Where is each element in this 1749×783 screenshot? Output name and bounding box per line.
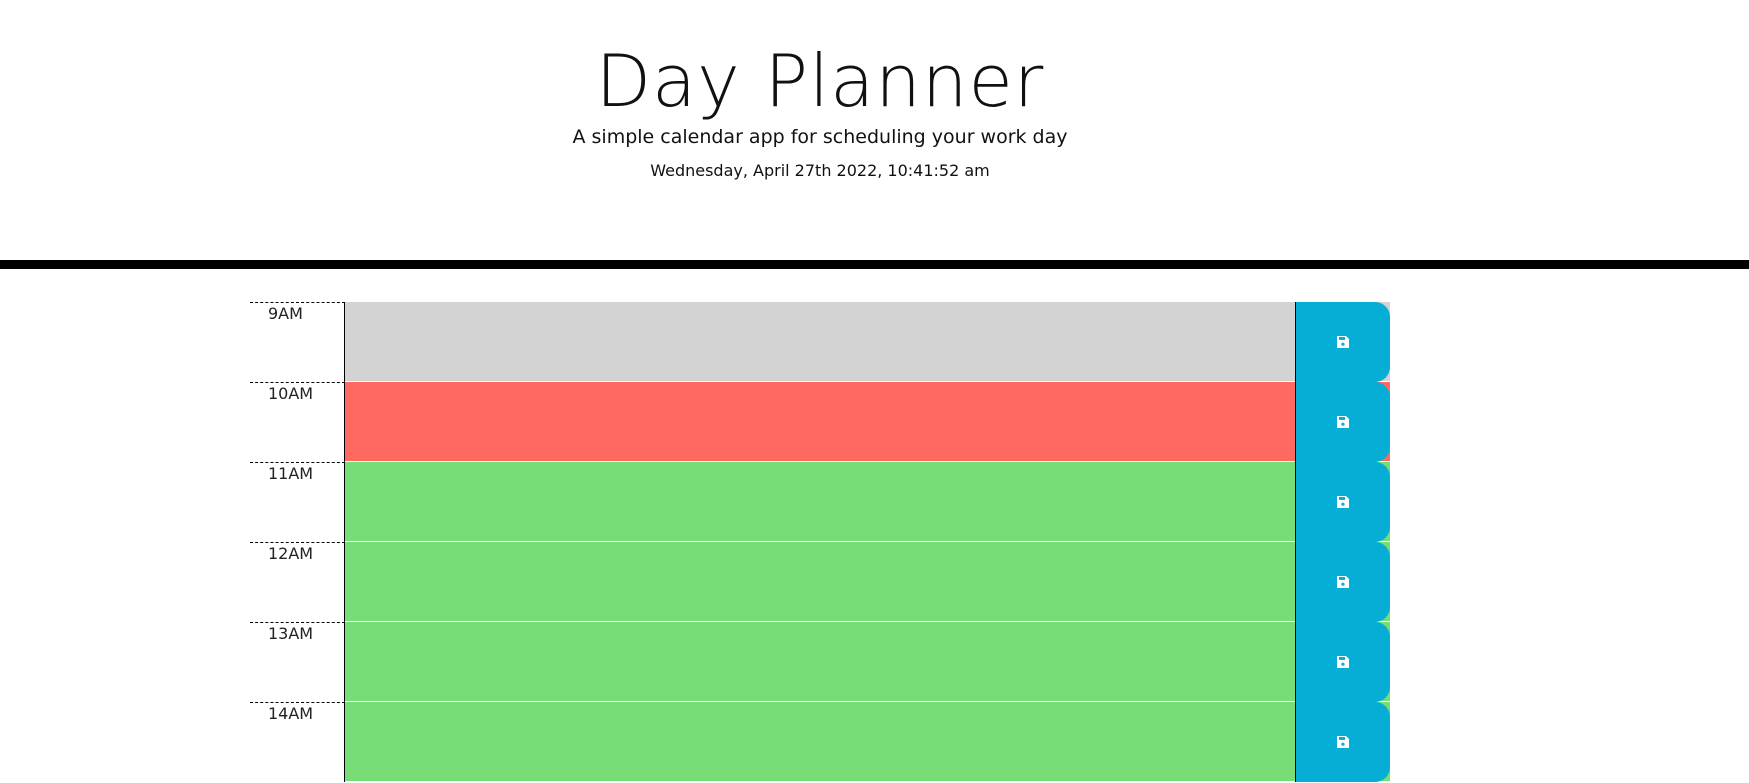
- event-description-input[interactable]: [345, 542, 1390, 622]
- hour-label: 12AM: [250, 542, 345, 622]
- event-description-input[interactable]: [345, 302, 1390, 382]
- save-icon: [1337, 576, 1349, 588]
- save-button[interactable]: [1295, 302, 1390, 382]
- page-subtitle: A simple calendar app for scheduling you…: [572, 126, 1068, 148]
- hour-label: 9AM: [250, 302, 345, 382]
- save-button[interactable]: [1295, 462, 1390, 542]
- event-description-input[interactable]: [345, 462, 1390, 542]
- save-button[interactable]: [1295, 542, 1390, 622]
- hour-label: 10AM: [250, 382, 345, 462]
- save-icon: [1337, 736, 1349, 748]
- time-block-row: 13AM: [250, 622, 1390, 702]
- event-description-input[interactable]: [345, 702, 1390, 782]
- save-button[interactable]: [1295, 382, 1390, 462]
- page-title: Day Planner: [595, 39, 1045, 123]
- save-icon: [1337, 416, 1349, 428]
- planner-container: 9AM 10AM 11AM 12AM 13AM 14AM: [250, 302, 1390, 782]
- time-block-row: 14AM: [250, 702, 1390, 782]
- save-icon: [1337, 336, 1349, 348]
- time-block-row: 11AM: [250, 462, 1390, 542]
- save-button[interactable]: [1295, 622, 1390, 702]
- event-description-input[interactable]: [345, 622, 1390, 702]
- save-button[interactable]: [1295, 702, 1390, 782]
- save-icon: [1337, 496, 1349, 508]
- current-datetime: Wednesday, April 27th 2022, 10:41:52 am: [650, 161, 990, 180]
- hour-label: 14AM: [250, 702, 345, 782]
- event-description-input[interactable]: [345, 382, 1390, 462]
- time-block-row: 10AM: [250, 382, 1390, 462]
- save-icon: [1337, 656, 1349, 668]
- time-block-row: 12AM: [250, 542, 1390, 622]
- time-block-row: 9AM: [250, 302, 1390, 382]
- hour-label: 13AM: [250, 622, 345, 702]
- header: Day Planner A simple calendar app for sc…: [0, 0, 1749, 269]
- hour-label: 11AM: [250, 462, 345, 542]
